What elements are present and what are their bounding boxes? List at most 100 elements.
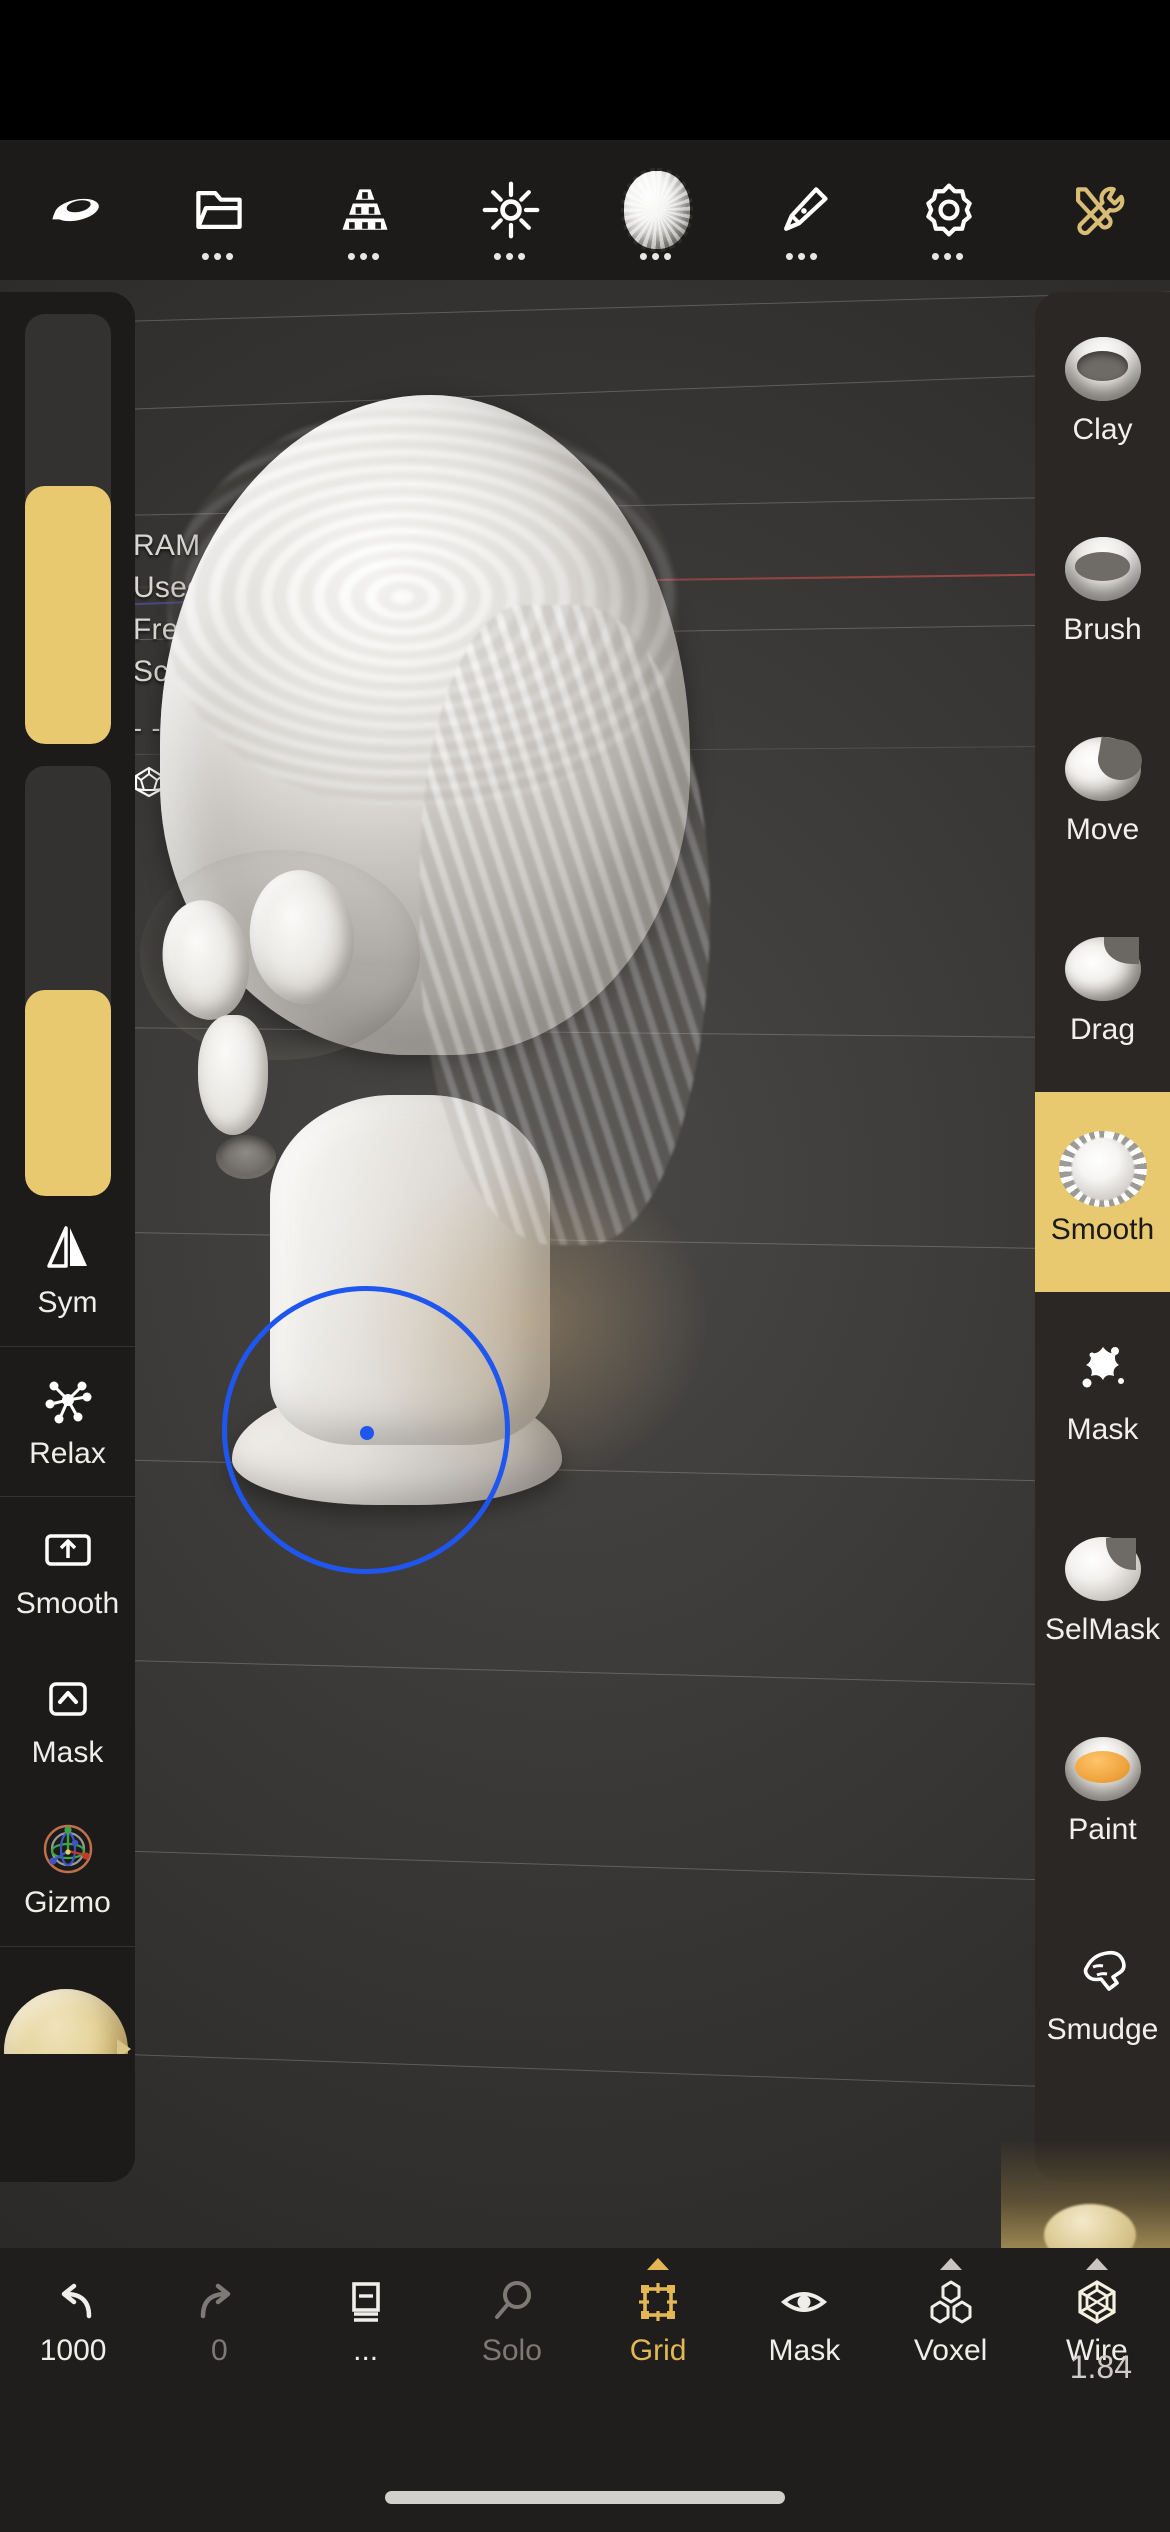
grid-expand-caret-icon[interactable] (647, 2258, 670, 2270)
relax-button[interactable]: Relax (0, 1346, 135, 1496)
app-logo-button[interactable] (0, 140, 146, 280)
sculpt-mouth (216, 1135, 276, 1179)
scale-value-readout: 1.84 (1069, 2349, 1132, 2385)
brush-settings-button[interactable]: ••• (730, 140, 876, 280)
solo-button[interactable]: Solo (439, 2248, 585, 2398)
layers-stack-icon (342, 189, 388, 230)
symmetry-button[interactable]: Sym (0, 1196, 135, 1346)
light-sun-icon (482, 181, 540, 239)
brush-intensity-slider[interactable] (24, 766, 111, 1196)
mask-label: Mask (768, 2334, 841, 2367)
brush-more-dots[interactable]: ••• (785, 243, 821, 269)
brush-tool-smooth[interactable]: Smooth (1035, 1092, 1170, 1292)
smooth-brush-sphere-icon (1064, 1137, 1141, 1201)
home-indicator (385, 2491, 785, 2504)
gizmo-label: Gizmo (24, 1886, 111, 1919)
brush-label: Clay (1072, 413, 1133, 446)
gizmo-button[interactable]: Gizmo (0, 1796, 135, 1946)
folder-icon (196, 191, 242, 229)
settings-button[interactable]: ••• (876, 140, 1022, 280)
voxel-cubes-icon (930, 2280, 972, 2324)
standard-brush-sphere-icon (1064, 537, 1141, 601)
paint-brush-sphere-icon (1064, 1737, 1141, 1801)
tools-wrench-screwdriver-icon (1076, 186, 1125, 236)
brush-label: Move (1065, 813, 1140, 846)
brush-label: Brush (1063, 613, 1142, 646)
right-sidebar-brush-list[interactable]: Clay Brush Move Drag Smooth Mask SelMask… (1035, 292, 1170, 2182)
smooth-arrow-up-boxed-icon (44, 1533, 91, 1566)
grid-label: Grid (629, 2334, 687, 2367)
redo-count: 0 (211, 2334, 228, 2367)
redo-button[interactable]: 0 (146, 2248, 292, 2398)
eye-icon (781, 2292, 828, 2312)
sculpting-app-screen: ••• ••• ••• ••• ••• ••• RAM - - Sym Rela… (0, 0, 1170, 2532)
brush-tool-move[interactable]: Move (1035, 692, 1170, 892)
symmetry-label: Sym (37, 1286, 98, 1319)
selmask-brush-sphere-icon (1064, 1537, 1141, 1601)
bottom-toolbar: 1000 0 ... Solo Grid Mask Voxel Wire 1.8… (0, 2248, 1170, 2532)
mask-visibility-button[interactable]: Mask (731, 2248, 877, 2398)
undo-count: 1000 (39, 2334, 107, 2367)
sculptr-logo-icon (52, 198, 99, 222)
layers-button[interactable]: ••• (292, 140, 438, 280)
redo-arrow-icon (201, 2283, 231, 2319)
symmetry-mirror-icon (46, 1226, 87, 1268)
brush-label: Smudge (1046, 2013, 1159, 2046)
material-preview-arrow-icon[interactable] (117, 2039, 131, 2054)
mask-splat-icon (1082, 1347, 1124, 1388)
lighting-more-dots[interactable]: ••• (493, 243, 529, 269)
brush-tool-clay[interactable]: Clay (1035, 292, 1170, 492)
brush-tool-paint[interactable]: Paint (1035, 1692, 1170, 1892)
layers-more-dots[interactable]: ••• (347, 243, 383, 269)
brush-label: Paint (1068, 1813, 1137, 1846)
voxel-button[interactable]: Voxel (878, 2248, 1024, 2398)
undo-arrow-icon (61, 2283, 92, 2319)
grid-toggle-button[interactable]: Grid (585, 2248, 731, 2398)
3d-viewport[interactable]: RAM Used： 111 MB Free： 4.01 GB Scene ver… (0, 280, 1170, 2248)
mask-modifier-button[interactable]: Mask (0, 1646, 135, 1796)
wireframe-expand-caret-icon[interactable] (1085, 2258, 1108, 2270)
undo-button[interactable]: 1000 (0, 2248, 146, 2398)
tools-button[interactable] (1022, 140, 1168, 280)
voxel-label: Voxel (913, 2334, 988, 2367)
relax-label: Relax (29, 1436, 106, 1470)
relax-topology-icon (45, 1381, 91, 1423)
material-button[interactable]: ••• (584, 140, 730, 280)
brush-cursor-center-dot (360, 1426, 374, 1440)
clay-brush-sphere-icon (1064, 337, 1141, 401)
mask-chevron-up-boxed-icon (48, 1682, 87, 1716)
smudge-hand-icon (1083, 1950, 1126, 1991)
drag-brush-sphere-icon (1064, 937, 1141, 1001)
material-more-dots[interactable]: ••• (639, 243, 675, 269)
sculpt-side-ridges (420, 605, 710, 1245)
smooth-modifier-label: Smooth (15, 1586, 120, 1620)
brush-label: SelMask (1044, 1613, 1161, 1646)
brush-tool-brush[interactable]: Brush (1035, 492, 1170, 692)
layers-panel-button[interactable]: ... (293, 2248, 439, 2398)
paint-brush-icon (784, 187, 828, 231)
grid-frame-icon (639, 2283, 678, 2321)
brush-tool-drag[interactable]: Drag (1035, 892, 1170, 1092)
files-button[interactable]: ••• (146, 140, 292, 280)
lighting-button[interactable]: ••• (438, 140, 584, 280)
left-sidebar: Sym Relax Smooth Mask Gizmo (0, 292, 135, 2182)
brush-label: Drag (1069, 1013, 1136, 1046)
layers-panel-dots: ... (353, 2334, 379, 2367)
settings-more-dots[interactable]: ••• (931, 243, 967, 269)
top-toolbar: ••• ••• ••• ••• ••• ••• (0, 140, 1170, 280)
brush-tool-mask[interactable]: Mask (1035, 1292, 1170, 1492)
sculpt-nose (198, 1015, 268, 1135)
transform-gizmo-icon (43, 1824, 92, 1874)
brush-tool-selmask[interactable]: SelMask (1035, 1492, 1170, 1692)
brush-label: Smooth (1050, 1213, 1155, 1246)
material-preview-strip[interactable] (0, 1946, 135, 2054)
brush-size-slider[interactable] (24, 314, 111, 744)
material-sphere-icon (621, 168, 693, 252)
solo-label: Solo (481, 2334, 542, 2367)
voxel-expand-caret-icon[interactable] (939, 2258, 962, 2270)
smooth-modifier-button[interactable]: Smooth (0, 1496, 135, 1646)
wireframe-hex-icon (1078, 2280, 1116, 2324)
move-brush-sphere-icon (1064, 737, 1141, 801)
brush-tool-smudge[interactable]: Smudge (1035, 1892, 1170, 2092)
folder-more-dots[interactable]: ••• (201, 243, 237, 269)
